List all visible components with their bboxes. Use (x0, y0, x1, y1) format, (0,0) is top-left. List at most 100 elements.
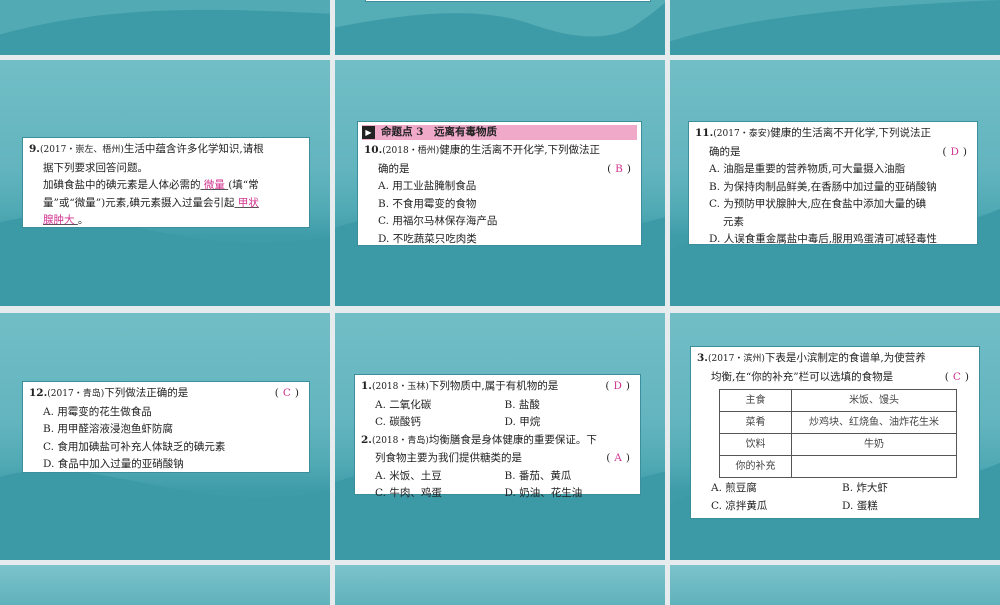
question-text: 健康的生活离不开化学,下列做法正 (439, 144, 601, 156)
question-text: 下表是小滨制定的食谱单,为使营养 (764, 352, 926, 364)
answer-bracket: (D) (942, 145, 971, 158)
answer-bracket: (A) (606, 452, 634, 464)
table-cell (791, 455, 957, 478)
menu-table: 主食 米饭、馒头 菜肴 炒鸡块、红烧鱼、油炸花生米 饮料 牛奶 你的补充 (719, 389, 957, 478)
question-source: (2017・崇左、梧州) (39, 145, 124, 155)
question-source: (2018・青岛) (371, 435, 429, 446)
table-cell: 饮料 (719, 433, 792, 456)
table-row: 主食 米饭、馒头 (719, 389, 957, 412)
table-cell: 炒鸡块、红烧鱼、油炸花生米 (791, 411, 957, 434)
slide-thumbnail[interactable] (0, 565, 330, 605)
content-box (365, 0, 651, 2)
option: B. 不食用霉变的食物 (378, 197, 477, 210)
option: B. 盐酸 (504, 398, 540, 411)
question-text: 均衡,在“你的补充”栏可以选填的食物是 (711, 370, 894, 383)
answer: C (282, 387, 295, 399)
slide-thumbnail[interactable] (0, 0, 330, 55)
slide-thumbnail[interactable]: 11.(2017・泰安)健康的生活离不开化学,下列说法正 确的是 (D) A. 油… (670, 60, 1000, 306)
option: C. 碳酸钙 (375, 416, 421, 428)
play-triangle-icon: ▶ (362, 126, 375, 139)
question-source: (2017・滨州) (707, 354, 765, 364)
question-text: 列食物主要为我们提供糖类的是 (375, 452, 522, 464)
table-row: 饮料 牛奶 (719, 433, 957, 456)
question-source: (2017・青岛) (47, 389, 105, 399)
topic-header: ▶ 命题点 3 远离有毒物质 (362, 125, 637, 140)
slide-thumbnail[interactable] (670, 565, 1000, 605)
table-cell: 你的补充 (719, 455, 792, 478)
option: D. 人误食重金属盐中毒后,服用鸡蛋清可减轻毒性 (709, 233, 938, 245)
slide-thumbnail[interactable] (335, 0, 665, 55)
slide-thumbnail[interactable]: ▶ 命题点 3 远离有毒物质 10.(2018・梧州)健康的生活离不开化学,下列做… (335, 60, 665, 306)
option: B. 为保持肉制品鲜美,在香肠中加过量的亚硝酸钠 (709, 180, 937, 193)
topic-title: 命题点 3 远离有毒物质 (381, 126, 497, 138)
question-text: 确的是 (709, 145, 741, 158)
option: 元素 (723, 215, 744, 228)
option: B. 炸大虾 (842, 482, 888, 494)
table-cell: 主食 (719, 389, 792, 412)
question-text: 量”或“微量”)元素,碘元素摄入过量会引起 (43, 196, 235, 209)
table-row: 菜肴 炒鸡块、红烧鱼、油炸花生米 (719, 411, 957, 434)
table-row: 你的补充 (719, 455, 957, 478)
option: A. 油脂是重要的营养物质,可大量摄入油脂 (709, 163, 906, 175)
option: D. 甲烷 (504, 416, 541, 428)
question-text: 据下列要求回答问题。 (43, 161, 148, 174)
answer-bracket: (C) (944, 370, 973, 383)
slide-thumbnail[interactable]: 3.(2017・滨州)下表是小滨制定的食谱单,为使营养 均衡,在“你的补充”栏可… (670, 313, 1000, 560)
slide-thumbnail[interactable]: 1.(2018・玉林)下列物质中,属于有机物的是 (D) A. 二氧化碳 B. 盐酸… (335, 313, 665, 560)
question-text: (填“常 (228, 179, 259, 191)
question-number: 3. (697, 352, 708, 364)
question-number: 11. (695, 127, 714, 139)
question-text: 生活中蕴含许多化学知识,请根 (123, 143, 264, 155)
option: A. 二氧化碳 (375, 398, 432, 411)
table-cell: 菜肴 (719, 411, 792, 434)
slide-thumbnail[interactable]: 12.(2017・青岛)下列做法正确的是 (C) A. 用霉变的花生做食品 B. … (0, 313, 330, 560)
option: D. 食品中加入过量的亚硝酸钠 (43, 458, 184, 470)
option: A. 煎豆腐 (711, 482, 757, 494)
option: D. 奶油、花生油 (504, 487, 583, 499)
slide-thumbnail[interactable]: 9.(2017・崇左、梧州)生活中蕴含许多化学知识,请根 据下列要求回答问题。 … (0, 60, 330, 306)
question-text: 加碘食盐中的碘元素是人体必需的 (43, 179, 201, 191)
option: A. 用工业盐腌制食品 (378, 180, 477, 192)
answer-blank: 甲状 (234, 196, 259, 209)
answer-blank: 微量 (200, 179, 229, 191)
question-text: 健康的生活离不开化学,下列说法正 (770, 127, 932, 139)
answer: B (615, 162, 627, 175)
table-cell: 米饭、馒头 (791, 389, 957, 412)
question-10-box: ▶ 命题点 3 远离有毒物质 10.(2018・梧州)健康的生活离不开化学,下列做… (357, 121, 642, 246)
question-number: 1. (361, 380, 372, 392)
question-source: (2018・玉林) (371, 382, 429, 392)
question-text: 下列做法正确的是 (104, 387, 189, 399)
option: D. 不吃蔬菜只吃肉类 (378, 232, 477, 245)
answer: D (950, 145, 963, 158)
option: C. 凉拌黄瓜 (711, 499, 768, 512)
option: B. 用甲醛溶液浸泡鱼虾防腐 (43, 423, 173, 435)
question-3-box: 3.(2017・滨州)下表是小滨制定的食谱单,为使营养 均衡,在“你的补充”栏可… (690, 346, 980, 519)
question-number: 10. (364, 144, 383, 156)
question-number: 9. (29, 143, 40, 155)
option: D. 蛋糕 (842, 499, 878, 512)
option: A. 用霉变的花生做食品 (43, 405, 152, 418)
question-11-box: 11.(2017・泰安)健康的生活离不开化学,下列说法正 确的是 (D) A. 油… (688, 121, 978, 245)
option: C. 用福尔马林保存海产品 (378, 215, 498, 227)
answer-bracket: (C) (274, 387, 303, 399)
slide-thumbnail[interactable] (670, 0, 1000, 55)
answer: A (614, 452, 626, 464)
question-source: (2018・梧州) (382, 146, 440, 156)
answer: C (952, 370, 965, 383)
answer-bracket: (B) (607, 162, 635, 175)
question-source: (2017・泰安) (713, 129, 771, 139)
answer-blank: 腺肿大 (43, 214, 78, 226)
question-9-box: 9.(2017・崇左、梧州)生活中蕴含许多化学知识,请根 据下列要求回答问题。 … (22, 137, 310, 228)
question-number: 12. (29, 387, 48, 399)
option: C. 食用加碘盐可补充人体缺乏的碘元素 (43, 440, 226, 453)
question-1-2-box: 1.(2018・玉林)下列物质中,属于有机物的是 (D) A. 二氧化碳 B. 盐酸… (354, 374, 641, 499)
answer: D (613, 380, 626, 392)
option: B. 番茄、黄瓜 (504, 469, 572, 482)
slide-thumbnail[interactable] (335, 565, 665, 605)
option: C. 为预防甲状腺肿大,应在食盐中添加大量的碘 (709, 198, 927, 210)
answer-bracket: (D) (605, 380, 634, 392)
question-12-box: 12.(2017・青岛)下列做法正确的是 (C) A. 用霉变的花生做食品 B. … (22, 381, 310, 473)
table-cell: 牛奶 (791, 433, 957, 456)
question-text: 均衡膳食是身体健康的重要保证。下 (428, 433, 597, 446)
question-text: 。 (77, 214, 89, 226)
